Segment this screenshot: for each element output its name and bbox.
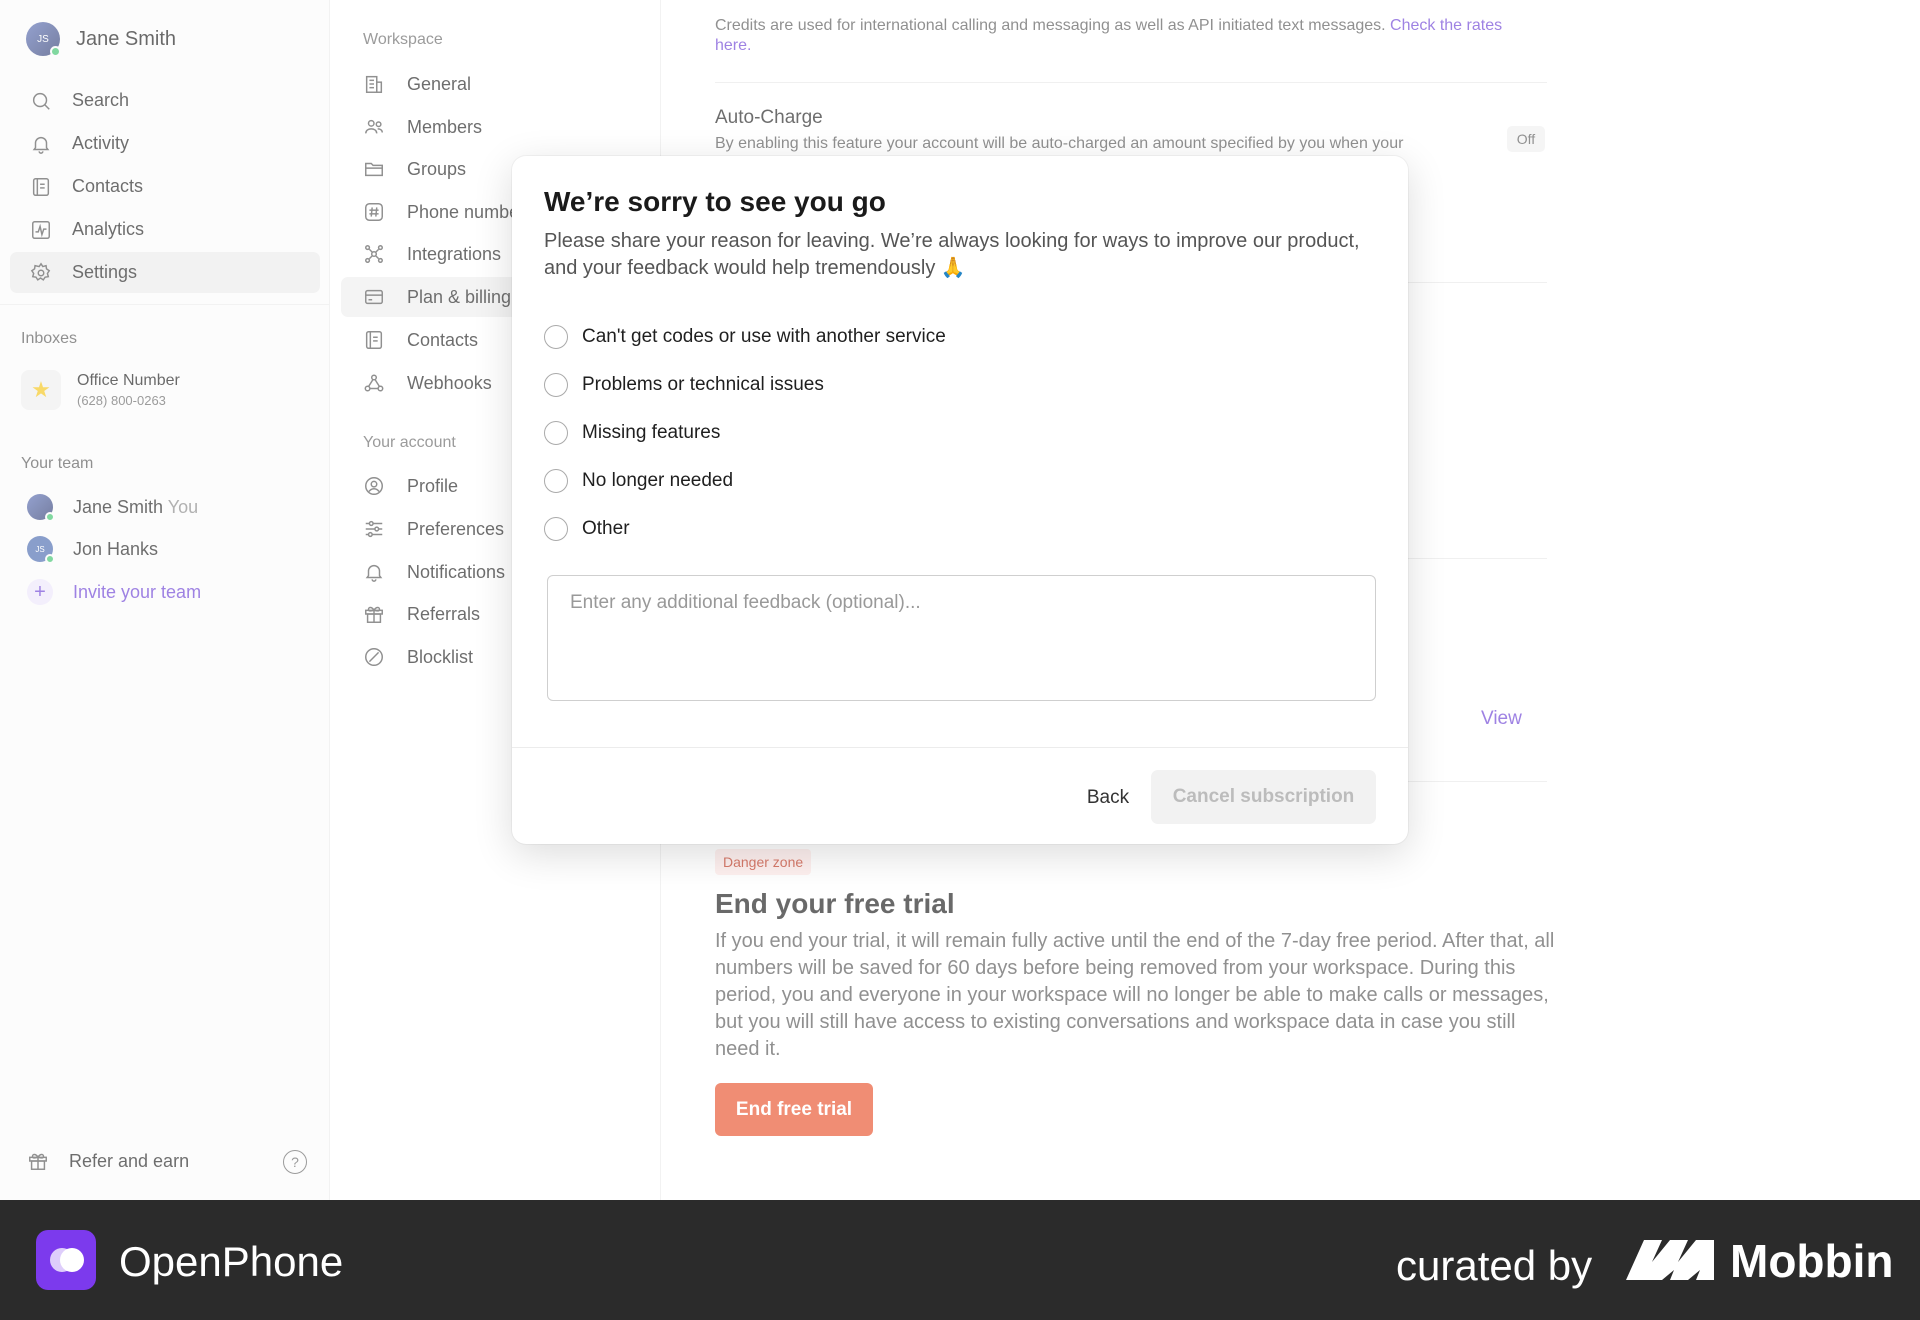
modal-subtitle: Please share your reason for leaving. We… bbox=[544, 230, 1360, 279]
app-name: OpenPhone bbox=[119, 1238, 344, 1285]
branding-footer: OpenPhone curated by Mobbin bbox=[0, 1200, 1920, 1320]
reason-option[interactable]: Problems or technical issues bbox=[544, 373, 824, 397]
cancel-subscription-modal: We’re sorry to see you go Please share y… bbox=[512, 156, 1408, 844]
reason-label: No longer needed bbox=[582, 470, 734, 491]
radio-button[interactable] bbox=[544, 421, 568, 445]
reason-option[interactable]: Can't get codes or use with another serv… bbox=[544, 325, 946, 349]
curated-by-text: curated by bbox=[1396, 1242, 1593, 1289]
curator-name: Mobbin bbox=[1730, 1235, 1894, 1287]
mobbin-logo-icon bbox=[1626, 1240, 1714, 1280]
radio-button[interactable] bbox=[544, 517, 568, 541]
feedback-textarea[interactable] bbox=[547, 575, 1376, 701]
radio-button[interactable] bbox=[544, 373, 568, 397]
reason-label: Problems or technical issues bbox=[582, 374, 824, 395]
cancel-subscription-button[interactable]: Cancel subscription bbox=[1151, 770, 1376, 824]
reason-label: Can't get codes or use with another serv… bbox=[582, 326, 946, 347]
divider bbox=[512, 747, 1408, 748]
modal-title: We’re sorry to see you go bbox=[544, 186, 886, 217]
reason-option[interactable]: Other bbox=[544, 517, 630, 541]
radio-button[interactable] bbox=[544, 325, 568, 349]
back-button[interactable]: Back bbox=[1066, 772, 1150, 824]
reason-label: Other bbox=[582, 518, 630, 539]
radio-button[interactable] bbox=[544, 469, 568, 493]
reason-option[interactable]: Missing features bbox=[544, 421, 720, 445]
openphone-logo-icon bbox=[36, 1230, 96, 1290]
reason-label: Missing features bbox=[582, 422, 721, 443]
reason-option[interactable]: No longer needed bbox=[544, 469, 733, 493]
